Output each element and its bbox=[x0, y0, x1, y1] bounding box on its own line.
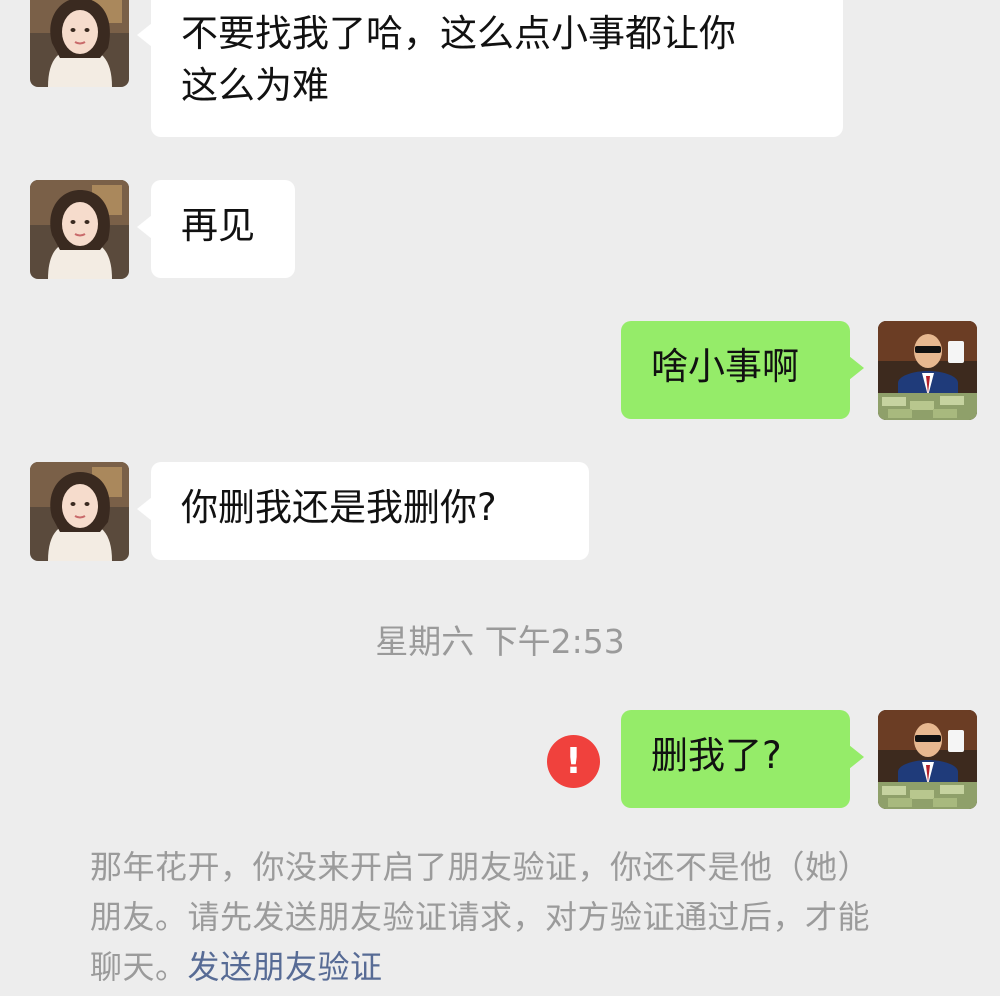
friend-verification-notice: 那年花开，你没来开启了朋友验证，你还不是他（她） 朋友。请先发送朋友验证请求，对… bbox=[90, 842, 930, 992]
message-text-line: 删我了? bbox=[651, 734, 782, 777]
avatar-image bbox=[878, 321, 977, 420]
timestamp: 星期六 下午2:53 bbox=[375, 622, 625, 661]
message-text-line: 再见 bbox=[181, 204, 255, 247]
message-text-line: 你删我还是我删你? bbox=[181, 486, 497, 529]
message-text-line: 这么为难 bbox=[181, 64, 329, 107]
avatar-image bbox=[30, 180, 129, 279]
contact-avatar[interactable] bbox=[30, 180, 129, 279]
exclamation-icon[interactable]: ! bbox=[547, 735, 600, 788]
send-verification-link[interactable]: 发送朋友验证 bbox=[188, 948, 383, 986]
contact-avatar[interactable] bbox=[30, 0, 129, 87]
contact-avatar[interactable] bbox=[30, 462, 129, 561]
message-bubble-sent[interactable]: 啥小事啊 bbox=[621, 321, 864, 419]
message-bubble-received[interactable]: 不要找我了哈，这么点小事都让你 这么为难 bbox=[137, 0, 843, 137]
avatar-image bbox=[30, 0, 129, 87]
message-bubble-received[interactable]: 再见 bbox=[137, 180, 295, 278]
message-text-line: 不要找我了哈，这么点小事都让你 bbox=[181, 12, 736, 55]
avatar-image bbox=[878, 710, 977, 809]
message-bubble-sent[interactable]: 删我了? bbox=[621, 710, 864, 808]
self-avatar[interactable] bbox=[878, 710, 977, 809]
notice-line: 聊天。发送朋友验证 bbox=[90, 942, 930, 992]
notice-line: 朋友。请先发送朋友验证请求，对方验证通过后，才能 bbox=[90, 898, 871, 936]
self-avatar[interactable] bbox=[878, 321, 977, 420]
notice-line: 那年花开，你没来开启了朋友验证，你还不是他（她） bbox=[90, 848, 871, 886]
message-bubble-received[interactable]: 你删我还是我删你? bbox=[137, 462, 589, 560]
avatar-image bbox=[30, 462, 129, 561]
message-text-line: 啥小事啊 bbox=[651, 345, 799, 388]
notice-line-text: 聊天。 bbox=[90, 948, 188, 986]
